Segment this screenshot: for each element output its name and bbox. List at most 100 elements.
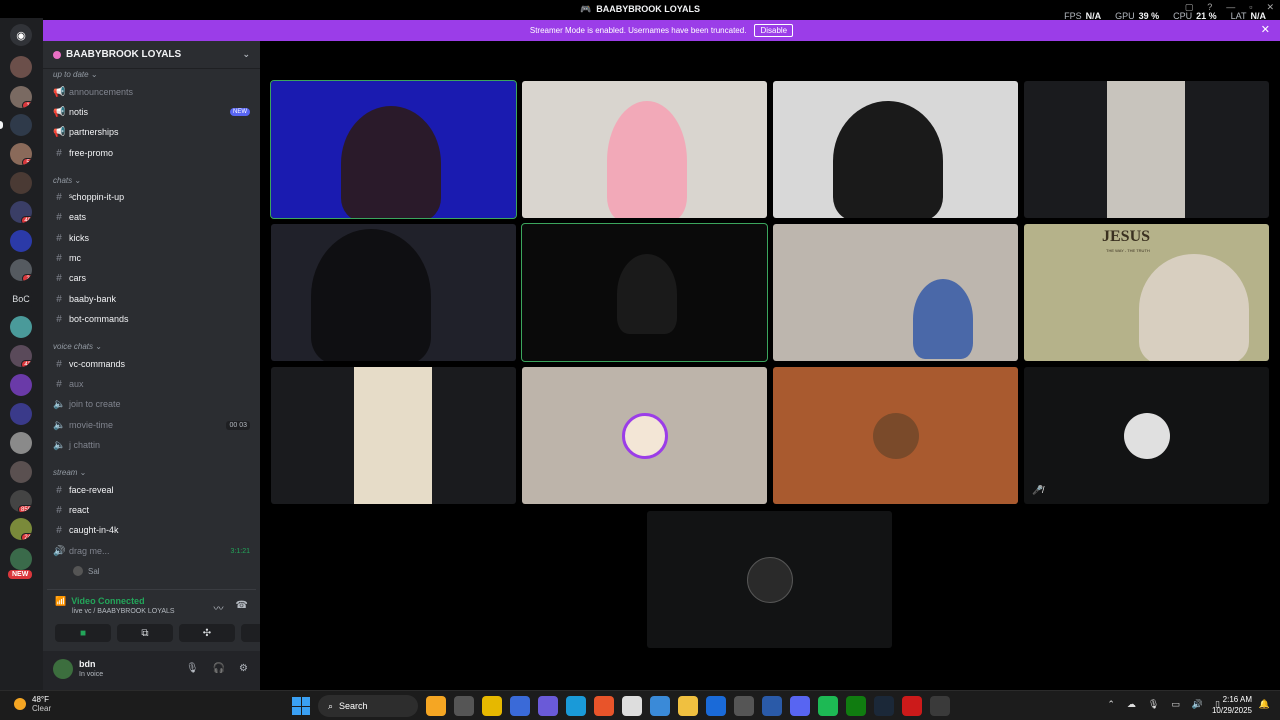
server-icon[interactable]	[10, 56, 32, 78]
server-icon[interactable]	[10, 432, 32, 454]
outlook-icon[interactable]	[706, 696, 726, 716]
video-tile[interactable]	[271, 367, 516, 504]
discord-taskbar-icon[interactable]	[790, 696, 810, 716]
channel-react[interactable]: # react	[43, 501, 260, 519]
category-chats[interactable]: chats ⌄	[53, 176, 81, 185]
taskbar-app-icon[interactable]	[762, 696, 782, 716]
volume-icon[interactable]: 🔊	[1192, 699, 1203, 710]
channel-j-chattin[interactable]: 🔈 j chattin	[43, 436, 260, 454]
video-tile[interactable]	[522, 81, 767, 218]
copilot-icon[interactable]	[510, 696, 530, 716]
video-tile[interactable]	[773, 367, 1018, 504]
channel-announcements[interactable]: 📢 announcements	[43, 83, 260, 101]
store-icon[interactable]	[650, 696, 670, 716]
edge-icon[interactable]	[566, 696, 586, 716]
channel-caught-in-4k[interactable]: # caught-in-4k	[43, 521, 260, 539]
server-icon[interactable]: 24	[10, 518, 32, 540]
mic-icon[interactable]: 🎙	[186, 663, 199, 674]
server-icon[interactable]	[10, 548, 32, 570]
channel-partnerships[interactable]: 📢 partnerships	[43, 123, 260, 141]
user-avatar[interactable]	[53, 659, 73, 679]
channel-movie-time[interactable]: 🔈 movie-time 00 03	[43, 416, 260, 434]
close-window-icon[interactable]: ✕	[1266, 2, 1274, 13]
channel-kicks[interactable]: # kicks	[43, 229, 260, 247]
server-icon[interactable]	[10, 403, 32, 425]
server-icon[interactable]: 1	[10, 86, 32, 108]
voice-channel-path[interactable]: live vc / BAABYBROOK LOYALS	[72, 608, 175, 615]
server-header[interactable]: BAABYBROOK LOYALS ⌄	[43, 41, 260, 69]
channel-notis[interactable]: 📢 notis NEW	[43, 103, 260, 121]
channel-eats[interactable]: # eats	[43, 208, 260, 226]
close-banner-icon[interactable]: ✕	[1261, 23, 1270, 36]
home-button[interactable]: ◉	[10, 24, 32, 46]
server-icon[interactable]	[10, 461, 32, 483]
category-voice[interactable]: voice chats ⌄	[53, 342, 102, 351]
channel-join-to-create[interactable]: 🔈 join to create	[43, 395, 260, 413]
category-uptodate[interactable]: up to date ⌄	[53, 70, 98, 79]
cloud-icon[interactable]: ☁	[1127, 699, 1136, 710]
channel-aux[interactable]: # aux	[43, 375, 260, 393]
video-tile[interactable]	[521, 223, 768, 362]
server-icon-boc[interactable]: BoC	[10, 288, 32, 310]
disconnect-icon[interactable]: ☎	[236, 600, 248, 615]
channel-vc-commands[interactable]: # vc-commands	[43, 355, 260, 373]
taskbar-app-icon[interactable]	[426, 696, 446, 716]
file-explorer-icon[interactable]	[678, 696, 698, 716]
camera-button[interactable]: ■	[55, 624, 111, 642]
video-tile[interactable]	[773, 81, 1018, 218]
video-tile[interactable]: JESUS THE WAY - THE TRUTH	[1024, 224, 1269, 361]
spotify-icon[interactable]	[818, 696, 838, 716]
video-tile[interactable]	[270, 80, 517, 219]
server-icon[interactable]: 859	[10, 490, 32, 512]
settings-gear-icon[interactable]: ⚙	[239, 663, 248, 674]
noise-suppression-icon[interactable]: 〰	[214, 600, 224, 615]
xbox-icon[interactable]	[846, 696, 866, 716]
task-view-icon[interactable]	[454, 696, 474, 716]
chrome-icon[interactable]	[622, 696, 642, 716]
server-icon[interactable]	[10, 230, 32, 252]
server-icon[interactable]: 5	[10, 143, 32, 165]
screen-share-button[interactable]: ⧉	[117, 624, 173, 642]
taskbar-search[interactable]: ⌕ Search	[318, 695, 418, 717]
start-button[interactable]	[292, 697, 310, 715]
settings-icon[interactable]	[930, 696, 950, 716]
server-icon[interactable]	[10, 374, 32, 396]
video-tile[interactable]	[522, 367, 767, 504]
video-tile[interactable]	[271, 224, 516, 361]
clock[interactable]: 2:16 AM 10/29/2025	[1212, 694, 1252, 716]
server-icon[interactable]: 43	[10, 345, 32, 367]
category-stream[interactable]: stream ⌄	[53, 468, 86, 477]
channel-drag-me[interactable]: 🔊 drag me... 3:1:21	[43, 542, 260, 560]
steam-icon[interactable]	[874, 696, 894, 716]
channel-free-promo[interactable]: # free-promo	[43, 144, 260, 162]
channel-face-reveal[interactable]: # face-reveal	[43, 481, 260, 499]
server-icon[interactable]: 2	[10, 259, 32, 281]
server-icon-active[interactable]	[10, 114, 32, 136]
channel-bot-commands[interactable]: # bot-commands	[43, 310, 260, 328]
teams-icon[interactable]	[538, 696, 558, 716]
chevron-up-icon[interactable]: ⌃	[1107, 699, 1115, 710]
activities-button[interactable]: ✣	[179, 624, 235, 642]
channel-mc[interactable]: # mc	[43, 249, 260, 267]
disable-streamer-button[interactable]: Disable	[754, 24, 794, 37]
video-tile[interactable]	[1024, 81, 1269, 218]
brave-icon[interactable]	[594, 696, 614, 716]
server-icon[interactable]	[10, 172, 32, 194]
server-icon[interactable]	[10, 316, 32, 338]
video-tile[interactable]: 🎤̸	[1024, 367, 1269, 504]
network-icon[interactable]: ▭	[1171, 699, 1180, 710]
github-icon[interactable]	[734, 696, 754, 716]
channel-cars[interactable]: # cars	[43, 269, 260, 287]
channel-baaby-bank[interactable]: # baaby-bank	[43, 290, 260, 308]
channel-choppin[interactable]: # ˢchoppin-it-up	[43, 188, 260, 206]
weather-widget[interactable]: 48°F Clear	[14, 695, 51, 713]
mic-tray-icon[interactable]: 🎙	[1148, 699, 1159, 710]
notification-bell-icon[interactable]: 🔔	[1259, 699, 1270, 710]
taskbar-app-icon[interactable]	[482, 696, 502, 716]
server-icon[interactable]: 40	[10, 201, 32, 223]
headphones-icon[interactable]: 🎧	[213, 663, 225, 674]
voice-user[interactable]: Sal	[73, 566, 100, 576]
opera-icon[interactable]	[902, 696, 922, 716]
video-tile[interactable]	[773, 224, 1018, 361]
video-tile[interactable]	[647, 511, 892, 648]
